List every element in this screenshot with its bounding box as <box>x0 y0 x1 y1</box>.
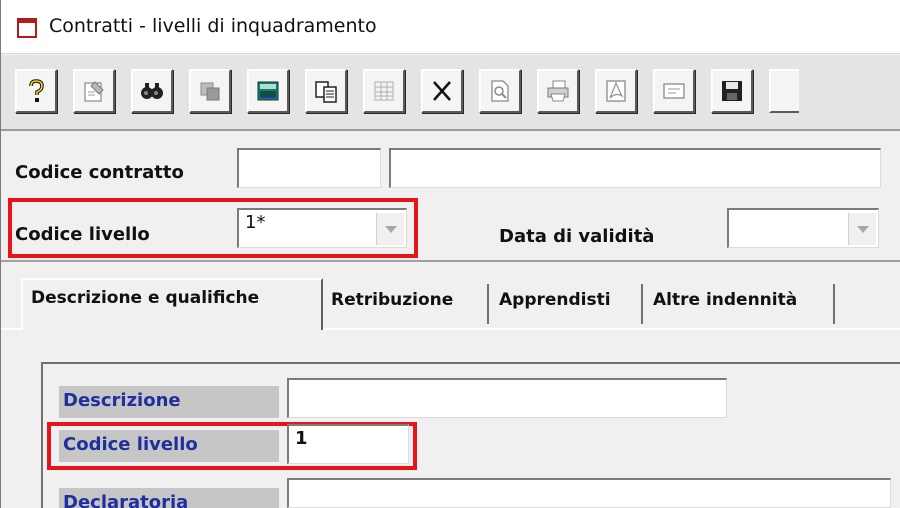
tab-retribuzione[interactable]: Retribuzione <box>323 284 489 324</box>
toolbar <box>1 55 900 131</box>
data-validita-combo[interactable] <box>727 208 879 248</box>
tab-baseline-right <box>323 328 900 330</box>
app-icon <box>17 18 37 38</box>
preview-icon <box>491 80 509 102</box>
codice-contratto-label: Codice contratto <box>15 162 184 183</box>
calculator-button[interactable] <box>247 69 289 113</box>
properties-icon <box>84 81 104 102</box>
pdf-icon <box>606 80 626 102</box>
title-bar: Contratti - livelli di inquadramento <box>1 0 900 54</box>
declaratoria-input[interactable] <box>287 478 891 508</box>
save-icon <box>722 81 742 101</box>
declaratoria-label: Declaratoria <box>59 488 279 508</box>
window-title: Contratti - livelli di inquadramento <box>49 15 377 37</box>
delete-button[interactable] <box>421 69 463 113</box>
copy-button[interactable] <box>189 69 231 113</box>
codice-livello-combo-value: 1* <box>245 212 266 233</box>
form-button[interactable] <box>653 69 695 113</box>
calculator-icon <box>257 81 279 101</box>
help-button[interactable] <box>15 69 57 113</box>
tab-apprendisti-label: Apprendisti <box>499 290 611 310</box>
panel-codice-livello-input[interactable]: 1 <box>287 424 409 464</box>
find-button[interactable] <box>131 69 173 113</box>
tab-retribuzione-label: Retribuzione <box>331 290 454 310</box>
grid-button[interactable] <box>363 69 405 113</box>
preview-button[interactable] <box>479 69 521 113</box>
tab-descrizione-label: Descrizione e qualifiche <box>31 288 260 308</box>
grid-icon <box>374 81 394 101</box>
tab-baseline-left <box>1 328 21 330</box>
contratto-description-input[interactable] <box>389 148 881 188</box>
paste-button[interactable] <box>305 69 347 113</box>
form-icon <box>663 83 685 99</box>
tab-altre-indennita[interactable]: Altre indennità <box>645 284 835 324</box>
save-button[interactable] <box>711 69 753 113</box>
codice-contratto-input[interactable] <box>237 148 381 188</box>
chevron-down-icon[interactable] <box>376 213 404 245</box>
properties-button[interactable] <box>73 69 115 113</box>
tab-apprendisti[interactable]: Apprendisti <box>491 284 643 324</box>
codice-livello-combo[interactable]: 1* <box>237 208 407 248</box>
print-icon <box>547 80 569 102</box>
paste-icon <box>315 81 337 103</box>
help-icon <box>29 79 44 102</box>
panel-codice-livello-label: Codice livello <box>59 430 279 462</box>
descrizione-label: Descrizione <box>59 386 279 418</box>
chevron-down-icon[interactable] <box>848 213 876 245</box>
find-icon <box>141 83 163 99</box>
overflow-button[interactable] <box>769 69 799 113</box>
tab-descrizione-qualifiche[interactable]: Descrizione e qualifiche <box>21 278 323 330</box>
codice-livello-label: Codice livello <box>15 224 150 245</box>
data-validita-label: Data di validità <box>499 226 655 247</box>
copy-disabled-icon <box>200 82 220 101</box>
descrizione-input[interactable] <box>287 378 727 418</box>
app-window: Contratti - livelli di inquadramento Cod… <box>0 0 900 508</box>
delete-icon <box>433 81 451 101</box>
print-button[interactable] <box>537 69 579 113</box>
pdf-button[interactable] <box>595 69 637 113</box>
tab-altre-label: Altre indennità <box>653 290 798 310</box>
